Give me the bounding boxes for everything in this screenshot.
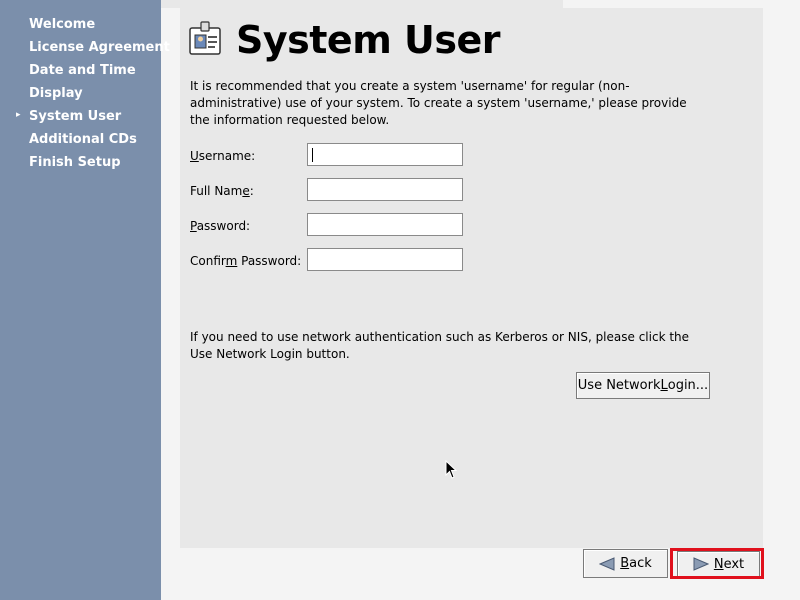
network-login-label-mnemonic: L [660, 378, 668, 393]
sidebar-step-system-user: System User [29, 109, 122, 124]
intro-text: It is recommended that you create a syst… [190, 79, 687, 127]
page-title: System User [236, 18, 501, 62]
mouse-cursor-icon [445, 460, 457, 479]
text-caret [312, 148, 313, 162]
back-label-mnemonic: B [620, 556, 630, 571]
use-network-login-button[interactable]: Use Network Login... [576, 372, 710, 399]
network-login-label-pre: Use Network [577, 378, 661, 393]
password-input[interactable] [307, 213, 463, 236]
sidebar-step-license: License Agreement [29, 40, 170, 55]
password-label: Password: [190, 219, 251, 233]
back-label: ack [629, 556, 652, 571]
full-name-label: Full Name: [190, 184, 254, 198]
confirm-password-label: Confirm Password: [190, 254, 302, 268]
confirm-password-input[interactable] [307, 248, 463, 271]
network-login-label-post: ogin... [667, 378, 709, 393]
username-input[interactable] [307, 143, 463, 166]
sidebar-step-finish: Finish Setup [29, 155, 121, 170]
current-step-marker-icon: ▸ [16, 110, 21, 120]
full-name-input[interactable] [307, 178, 463, 201]
top-strip [161, 0, 563, 8]
sidebar-step-date-time: Date and Time [29, 63, 136, 78]
back-arrow-icon [599, 556, 615, 571]
sidebar-step-additional-cds: Additional CDs [29, 132, 137, 147]
next-button-highlight [670, 548, 764, 579]
back-button[interactable]: Back [583, 549, 668, 578]
sidebar-step-display: Display [29, 86, 83, 101]
network-auth-text: If you need to use network authenticatio… [190, 330, 690, 361]
username-label: Username: [190, 149, 256, 163]
sidebar-step-welcome: Welcome [29, 17, 96, 32]
sidebar: ▸ Welcome License Agreement Date and Tim… [0, 0, 170, 600]
id-badge-icon [189, 21, 221, 55]
